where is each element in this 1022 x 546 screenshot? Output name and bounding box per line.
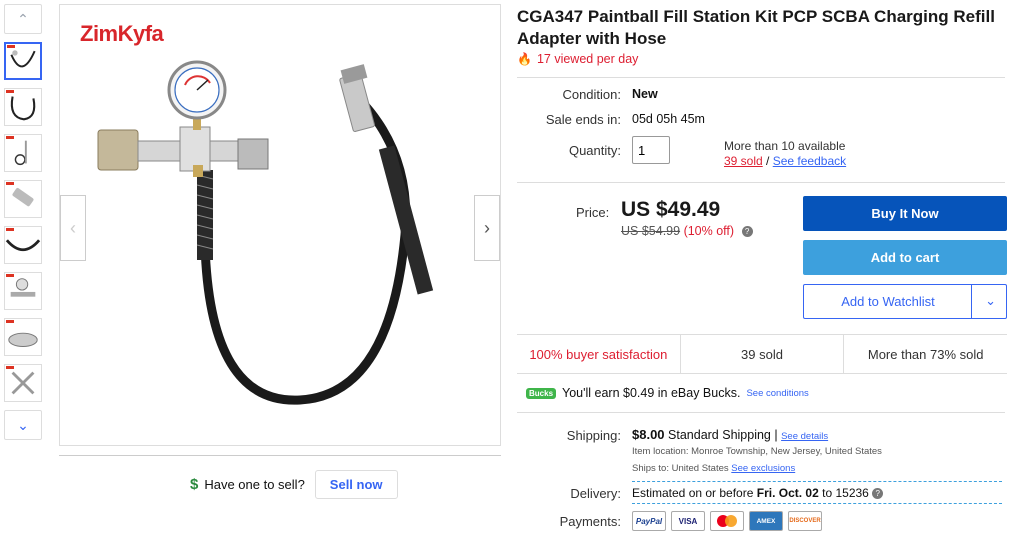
ships-to: Ships to: United States See exclusions [632, 463, 795, 474]
thumbnail-4[interactable] [4, 180, 42, 218]
shipping-label: Shipping: [566, 428, 621, 443]
divider [517, 77, 1005, 78]
sold-feedback: 39 sold / See feedback [724, 154, 846, 168]
delivery-label: Delivery: [570, 486, 621, 501]
thumbnail-1[interactable] [4, 42, 42, 80]
thumbnail-6[interactable] [4, 272, 42, 310]
payments-label: Payments: [559, 514, 621, 529]
delivery-suffix: to 15236 [822, 486, 869, 500]
sold-link[interactable]: 39 sold [724, 154, 763, 168]
amex-icon: AMEX [749, 511, 783, 531]
bucks-badge: Bucks [526, 387, 557, 399]
viewed-badge: 🔥 17 viewed per day [517, 52, 638, 66]
item-location-value: Monroe Township, New Jersey, United Stat… [691, 446, 882, 457]
thumbs-up-arrow-icon[interactable]: ⌃ [4, 4, 42, 34]
divider [517, 412, 1005, 413]
item-location: Item location: Monroe Township, New Jers… [632, 446, 882, 457]
stats-bar: 100% buyer satisfaction 39 sold More tha… [517, 334, 1007, 374]
product-photo [97, 60, 434, 405]
thumbnail-strip: ⌃ ⌄ [4, 4, 46, 440]
help-icon[interactable]: ? [741, 226, 753, 238]
ships-to-value: United States [671, 463, 729, 474]
delivery-prefix: Estimated on or before [632, 486, 754, 500]
thumbnail-3[interactable] [4, 134, 42, 172]
delivery-value: Estimated on or before Fri. Oct. 02 to 1… [632, 486, 884, 500]
quantity-label: Quantity: [568, 143, 621, 158]
quantity-input[interactable] [632, 136, 670, 164]
visa-icon: VISA [671, 511, 705, 531]
sale-ends-label: Sale ends in: [545, 112, 621, 127]
mastercard-icon [710, 511, 744, 531]
chevron-down-icon[interactable]: ⌄ [985, 293, 996, 309]
discount: (10% off) [683, 224, 735, 238]
sell-row: $ Have one to sell? Sell now [190, 470, 398, 499]
shipping-value: $8.00 Standard Shipping | See details [632, 427, 828, 442]
original-price-value: US $54.99 [621, 224, 681, 238]
fire-icon: 🔥 [517, 52, 532, 66]
condition-label: Condition: [562, 87, 621, 102]
shipping-method: Standard Shipping | [668, 428, 778, 442]
image-divider [59, 455, 501, 456]
available-text: More than 10 available [724, 139, 846, 153]
see-details-link[interactable]: See details [781, 431, 828, 442]
delivery-date: Fri. Oct. 02 [756, 486, 819, 500]
thumbnail-7[interactable] [4, 318, 42, 356]
dashed-divider [632, 481, 1002, 482]
stat-percent-sold: More than 73% sold [843, 335, 1007, 373]
add-to-cart-button[interactable]: Add to cart [803, 240, 1007, 275]
sell-question: Have one to sell? [204, 477, 305, 492]
bucks-row: Bucks You'll earn $0.49 in eBay Bucks. S… [526, 386, 809, 400]
dashed-divider [632, 503, 1002, 504]
sale-ends-value: 05d 05h 45m [632, 112, 705, 126]
main-product-image[interactable]: ZimKyfa ‹ › [59, 4, 501, 446]
help-icon[interactable]: ? [872, 488, 884, 500]
bucks-text: You'll earn $0.49 in eBay Bucks. [562, 386, 741, 400]
thumbs-down-arrow-icon[interactable]: ⌄ [4, 410, 42, 440]
add-to-watchlist-button[interactable]: Add to Watchlist ⌄ [803, 284, 1007, 319]
stat-satisfaction: 100% buyer satisfaction [529, 346, 668, 362]
condition-value: New [632, 87, 658, 101]
viewed-text: 17 viewed per day [536, 52, 639, 66]
shipping-amount: $8.00 [632, 427, 665, 442]
watchlist-split [971, 285, 972, 318]
sold-separator: / [766, 154, 770, 168]
price-value: US $49.49 [621, 198, 721, 221]
stat-sold: 39 sold [679, 335, 844, 373]
price-label: Price: [576, 205, 610, 220]
image-prev-arrow-icon[interactable]: ‹ [60, 195, 86, 261]
thumbnail-8[interactable] [4, 364, 42, 402]
buy-it-now-button[interactable]: Buy It Now [803, 196, 1007, 231]
thumbnail-5[interactable] [4, 226, 42, 264]
thumbnail-2[interactable] [4, 88, 42, 126]
see-conditions-link[interactable]: See conditions [746, 388, 808, 399]
paypal-icon: PayPal [632, 511, 666, 531]
product-title: CGA347 Paintball Fill Station Kit PCP SC… [517, 7, 995, 48]
payment-methods: PayPal VISA AMEX DISCOVER [632, 511, 822, 531]
divider [517, 182, 1005, 183]
ships-to-label: Ships to: [632, 463, 669, 474]
original-price: US $54.99 (10% off) ? [621, 224, 753, 238]
discover-icon: DISCOVER [788, 511, 822, 531]
dollar-icon: $ [190, 476, 199, 493]
feedback-link[interactable]: See feedback [773, 154, 846, 168]
image-next-arrow-icon[interactable]: › [474, 195, 500, 261]
item-location-label: Item location: [632, 446, 689, 457]
watchlist-label: Add to Watchlist [841, 294, 935, 309]
sell-now-button[interactable]: Sell now [314, 470, 398, 499]
see-exclusions-link[interactable]: See exclusions [731, 463, 795, 474]
